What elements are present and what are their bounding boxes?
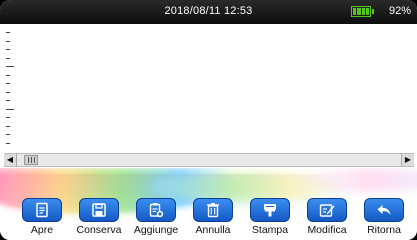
- back-arrow-icon: [364, 198, 404, 222]
- ruler-tick: [6, 108, 14, 110]
- ruler-tick: [6, 40, 10, 42]
- ruler-tick: [6, 142, 10, 144]
- add-document-icon: [136, 198, 176, 222]
- open-file-icon: [22, 198, 62, 222]
- battery-percent: 92%: [388, 5, 411, 17]
- ruler-tick: [6, 32, 10, 33]
- scroll-right-button[interactable]: ▶: [401, 154, 414, 166]
- ruler-tick: [6, 66, 14, 67]
- drawing-canvas[interactable]: [0, 24, 417, 176]
- save-button[interactable]: Conserva: [71, 198, 127, 238]
- ruler-tick: [6, 83, 10, 84]
- open-button[interactable]: Apre: [14, 198, 70, 238]
- scrollbar-thumb[interactable]: [24, 155, 38, 165]
- edit-button[interactable]: Modifica: [299, 198, 355, 238]
- ruler-tick: [6, 117, 10, 118]
- battery-icon: [351, 6, 374, 17]
- ruler-tick: [6, 125, 10, 127]
- ruler-tick: [6, 134, 10, 135]
- print-button[interactable]: Stampa: [242, 198, 298, 238]
- ruler-tick: [6, 49, 10, 50]
- save-icon: [79, 198, 119, 222]
- back-button[interactable]: Ritorna: [356, 198, 412, 238]
- ruler-tick: [6, 91, 10, 93]
- back-button-label: Ritorna: [367, 224, 401, 236]
- horizontal-scrollbar[interactable]: ◀ ▶: [4, 153, 414, 167]
- add-button[interactable]: Aggiunge: [128, 198, 184, 238]
- ruler-tick: [6, 100, 10, 101]
- cancel-button[interactable]: Annulla: [185, 198, 241, 238]
- ruler-tick: [6, 57, 10, 59]
- trash-icon: [193, 198, 233, 222]
- status-bar: 2018/08/11 12:53 92%: [0, 0, 417, 24]
- scroll-left-button[interactable]: ◀: [4, 154, 17, 166]
- device-screen: 2018/08/11 12:53 92% ◀ ▶ Apre Conserva A…: [0, 0, 417, 240]
- edit-icon: [307, 198, 347, 222]
- print-icon: [250, 198, 290, 222]
- bottom-toolbar: Apre Conserva Aggiunge Annulla Stampa Mo…: [0, 168, 417, 240]
- ruler-tick: [6, 74, 10, 76]
